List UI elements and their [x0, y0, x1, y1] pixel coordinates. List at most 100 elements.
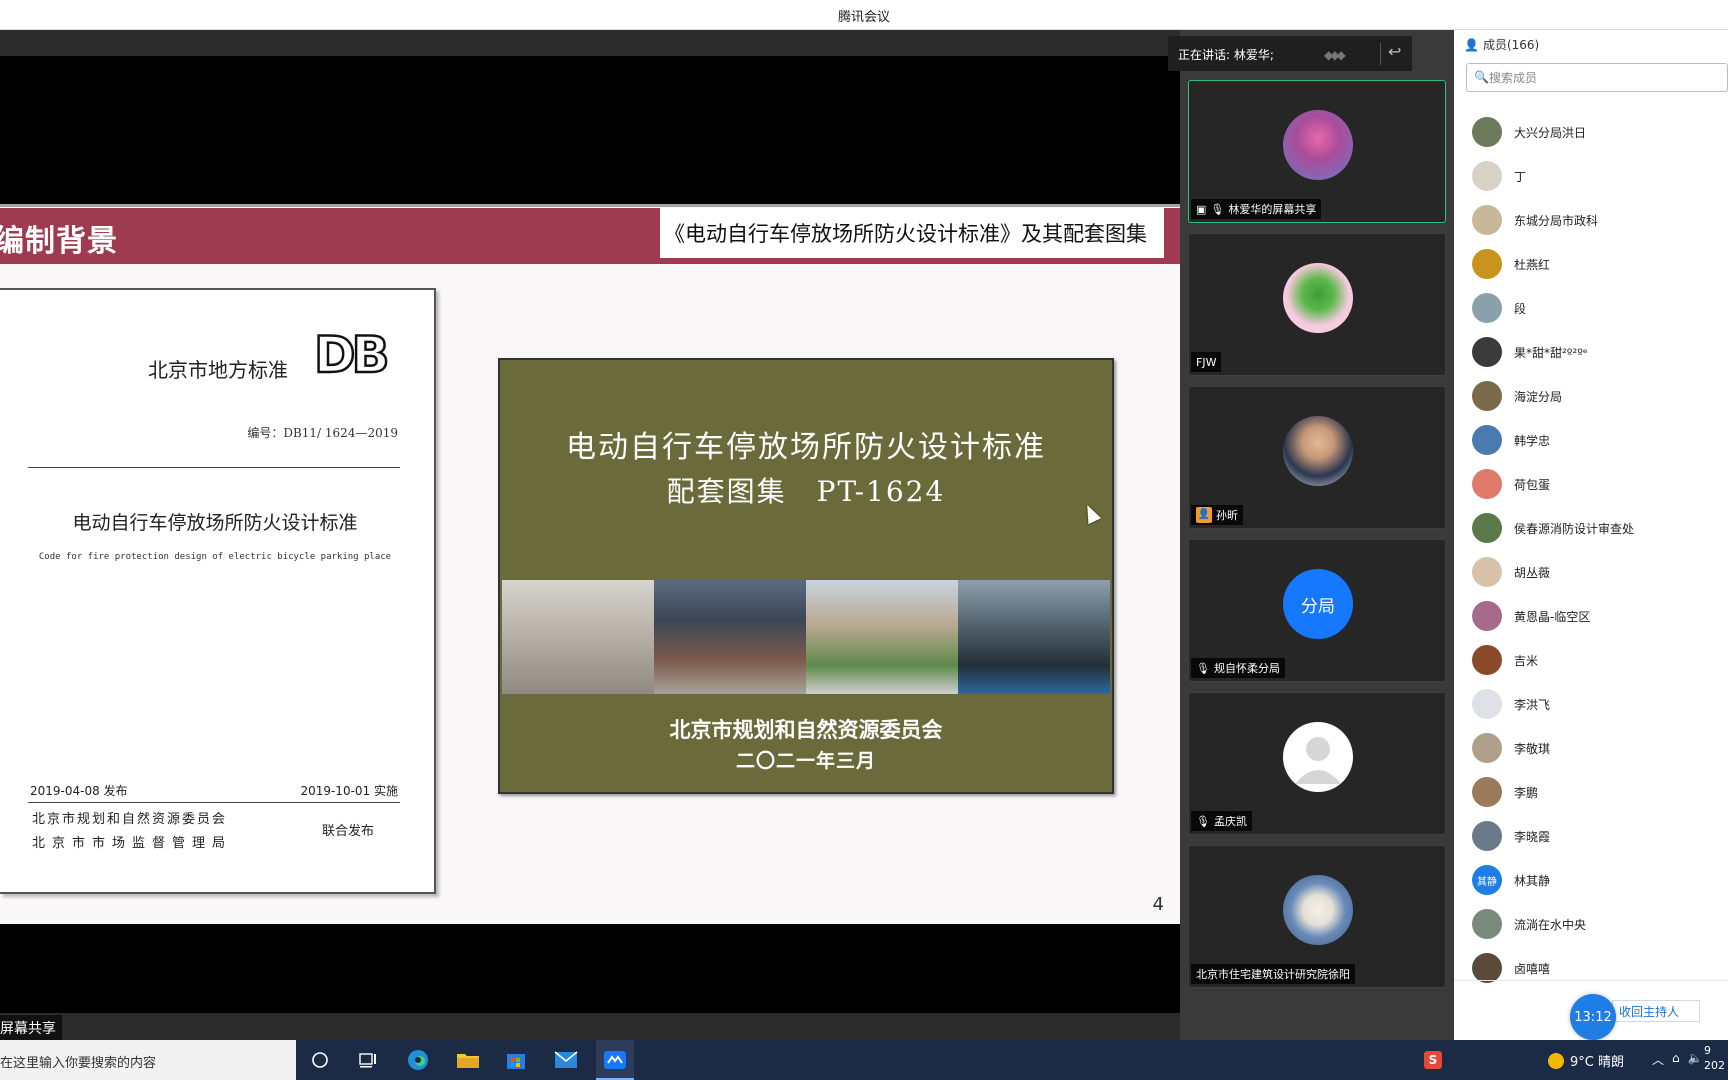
list-item[interactable]: 东城分局市政科	[1454, 198, 1728, 242]
tile-name: 林爱华的屏幕共享	[1228, 203, 1317, 216]
standard-document-cover: 北京市地方标准 DB 编号：DB11/ 1624—2019 电动自行车停放场所防…	[0, 288, 436, 894]
member-name: 吉米	[1514, 653, 1539, 668]
member-name: 流淌在水中央	[1514, 917, 1587, 932]
list-item[interactable]: 杜燕红	[1454, 242, 1728, 286]
mic-icon: 🎙	[1210, 202, 1225, 216]
avatar	[1472, 821, 1502, 851]
slide-top-line	[0, 204, 1180, 207]
weather-widget[interactable]: 9°C 晴朗	[1548, 1051, 1624, 1070]
list-item[interactable]: 侯春源消防设计审查处	[1454, 506, 1728, 550]
list-item[interactable]: 李洪飞	[1454, 682, 1728, 726]
avatar	[1472, 777, 1502, 807]
user-icon: 👤	[1196, 507, 1212, 523]
avatar	[1283, 722, 1353, 792]
list-item[interactable]: 黄恩晶-临空区	[1454, 594, 1728, 638]
share-top-strip	[0, 30, 1180, 56]
slide-header: 编制背景 《电动自行车停放场所防火设计标准》及其配套图集	[0, 208, 1180, 264]
avatar-text: 其静	[1477, 876, 1497, 888]
video-tile[interactable]: FJW	[1188, 233, 1446, 376]
volume-icon[interactable]: 🔈	[1688, 1051, 1703, 1068]
avatar: 其静	[1472, 865, 1502, 895]
doc-title-cn: 电动自行车停放场所防火设计标准	[72, 512, 358, 534]
avatar-text: 分局	[1301, 596, 1335, 617]
avatar	[1472, 513, 1502, 543]
avatar	[1283, 875, 1353, 945]
doc-rule-bottom	[28, 802, 400, 803]
atlas-title-2: 配套图集 PT-1624	[666, 475, 946, 508]
taskbar-search[interactable]: 在这里输入你要搜索的内容	[0, 1040, 296, 1080]
doc-joint-release: 联合发布	[322, 824, 375, 839]
avatar	[1472, 205, 1502, 235]
slide-section-title: 编制背景	[0, 224, 118, 259]
list-item[interactable]: 流淌在水中央	[1454, 902, 1728, 946]
return-icon[interactable]: ↩	[1388, 42, 1401, 61]
dots-icon: ◆◆◆	[1324, 48, 1346, 62]
avatar	[1472, 249, 1502, 279]
reclaim-host-button[interactable]: 收回主持人	[1612, 1000, 1700, 1022]
edge-browser-icon[interactable]	[404, 1047, 432, 1073]
doc-org-2: 北京市市场监督管理局	[32, 836, 233, 851]
person-icon: 👤	[1464, 37, 1479, 52]
list-item[interactable]: 李晓霞	[1454, 814, 1728, 858]
avatar	[1472, 909, 1502, 939]
video-tile[interactable]: 北京市住宅建筑设计研究院徐阳	[1188, 845, 1446, 988]
list-item[interactable]: 李鹏	[1454, 770, 1728, 814]
video-tile[interactable]: 🎙 孟庆凯	[1188, 692, 1446, 835]
avatar	[1283, 110, 1353, 180]
list-item[interactable]: 荷包蛋	[1454, 462, 1728, 506]
store-icon[interactable]	[502, 1047, 530, 1073]
clock-time: 9	[1704, 1044, 1711, 1057]
list-item[interactable]: 段	[1454, 286, 1728, 330]
avatar	[1472, 469, 1502, 499]
tencent-meeting-icon[interactable]	[601, 1047, 629, 1073]
taskbar-clock[interactable]: 9 202	[1704, 1043, 1725, 1073]
member-name: 林其静	[1514, 873, 1551, 888]
list-item[interactable]: 海淀分局	[1454, 374, 1728, 418]
tile-name: 孙昕	[1216, 509, 1238, 522]
doc-release-date: 2019-04-08 发布	[30, 784, 128, 798]
speaking-indicator: 正在讲话: 林爱华; ◆◆◆ ↩	[1168, 36, 1412, 71]
slide-page-number: 4	[1152, 894, 1164, 915]
sun-icon	[1548, 1052, 1564, 1069]
list-item[interactable]: 其静 林其静	[1454, 858, 1728, 902]
list-item[interactable]: 吉米	[1454, 638, 1728, 682]
screen-share-area[interactable]: 编制背景 《电动自行车停放场所防火设计标准》及其配套图集 北京市地方标准 DB …	[0, 30, 1180, 1041]
video-tile[interactable]: 👤 孙昕	[1188, 386, 1446, 529]
member-search-input[interactable]	[1489, 68, 1719, 88]
list-item[interactable]: 李敬琪	[1454, 726, 1728, 770]
list-item[interactable]: 大兴分局洪日	[1454, 110, 1728, 154]
tile-name: 规自怀柔分局	[1213, 662, 1280, 675]
list-item[interactable]: 韩学忠	[1454, 418, 1728, 462]
meeting-timer[interactable]: 13:12	[1570, 994, 1616, 1040]
tile-name-tag: 🎙 孟庆凯	[1191, 811, 1252, 831]
title-bar: 腾讯会议	[0, 0, 1728, 30]
members-header: 👤 成员(166)	[1464, 36, 1539, 53]
avatar	[1472, 645, 1502, 675]
sogou-ime-icon[interactable]: S	[1424, 1051, 1442, 1069]
avatar	[1472, 381, 1502, 411]
tile-name: 北京市住宅建筑设计研究院徐阳	[1196, 968, 1350, 981]
video-tile[interactable]: ▣ 🎙 林爱华的屏幕共享	[1188, 80, 1446, 223]
network-icon[interactable]: ⌂	[1672, 1051, 1680, 1068]
list-item[interactable]: 丁	[1454, 154, 1728, 198]
atlas-photo	[958, 580, 1110, 694]
file-explorer-icon[interactable]	[454, 1047, 482, 1073]
list-item[interactable]: 卤嘻嘻	[1454, 946, 1728, 990]
mail-icon[interactable]	[552, 1047, 580, 1073]
avatar	[1472, 293, 1502, 323]
video-tile[interactable]: 分局 🎙 规自怀柔分局	[1188, 539, 1446, 682]
list-item[interactable]: 胡丛薇	[1454, 550, 1728, 594]
task-view-icon[interactable]	[354, 1047, 382, 1073]
screen-share-label: 屏幕共享	[0, 1015, 62, 1040]
member-search[interactable]: 🔍	[1466, 63, 1728, 92]
avatar	[1472, 733, 1502, 763]
share-bottom-strip	[0, 1013, 1180, 1041]
tile-name-tag: 👤 孙昕	[1191, 505, 1243, 525]
presentation-slide: 编制背景 《电动自行车停放场所防火设计标准》及其配套图集 北京市地方标准 DB …	[0, 204, 1180, 924]
avatar	[1472, 425, 1502, 455]
list-item[interactable]: 果*甜*甜²º²ºᵉ	[1454, 330, 1728, 374]
chevron-up-icon[interactable]: ︿	[1652, 1051, 1664, 1068]
member-name: 李鹏	[1514, 785, 1539, 800]
cortana-icon[interactable]	[306, 1047, 334, 1073]
member-name: 李洪飞	[1514, 697, 1551, 712]
